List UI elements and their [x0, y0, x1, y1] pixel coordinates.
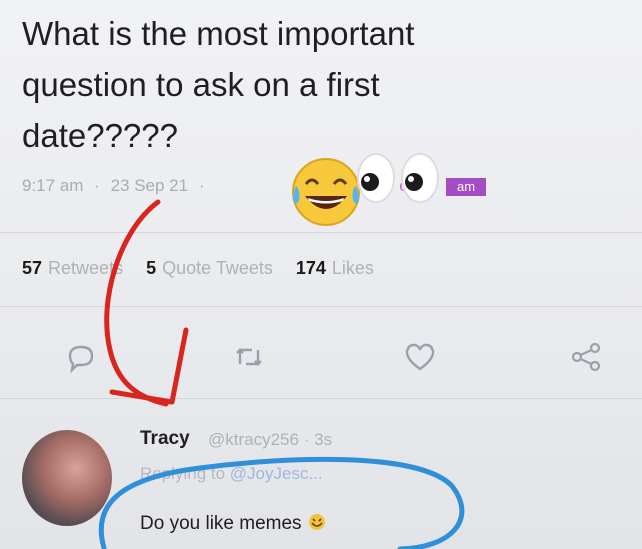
quote-tweets-stat[interactable]: 5 Quote Tweets [146, 258, 273, 278]
eyes-emoji-icon [357, 153, 439, 203]
avatar[interactable] [22, 430, 112, 526]
likes-count: 174 [295, 258, 326, 278]
reply-tweet[interactable]: Tracy @ktracy256 · 3s Replying to @JoyJe… [22, 410, 642, 549]
reply-text-content: Do you like memes [140, 513, 302, 534]
like-icon[interactable] [402, 340, 438, 374]
reply-author-name[interactable]: Tracy [140, 428, 190, 450]
likes-label: Likes [331, 258, 374, 278]
quote-tweets-label: Quote Tweets [162, 258, 273, 278]
smile-emoji-icon [308, 514, 325, 530]
meta-separator: · [94, 176, 100, 195]
quote-tweets-count: 5 [146, 258, 157, 278]
divider [0, 232, 642, 233]
reply-age: 3s [314, 430, 333, 449]
red-arrowhead-annotation [109, 327, 189, 405]
meta-separator-2: · [198, 176, 205, 195]
retweet-icon[interactable] [232, 340, 266, 374]
replying-handle-link[interactable]: @JoyJesc... [230, 464, 323, 483]
reply-text: Do you like memes [140, 512, 327, 535]
screenshot-stage: What is the most important question to a… [0, 0, 642, 549]
replying-to: Replying to @JoyJesc... [140, 464, 323, 484]
handle-separator: · [303, 430, 310, 449]
reply-icon[interactable] [64, 340, 98, 374]
tweet-date[interactable]: 23 Sep 21 [111, 176, 189, 195]
retweets-count: 57 [22, 258, 43, 278]
reply-author-handle: @ktracy256 · 3s [208, 430, 332, 450]
retweets-stat[interactable]: 57 Retweets [22, 258, 123, 278]
retweets-label: Retweets [48, 258, 124, 278]
source-tag: am [446, 178, 486, 196]
tweet-text: What is the most important question to a… [22, 15, 415, 154]
share-icon[interactable] [568, 340, 604, 374]
tweet-stats: 57 Retweets 5 Quote Tweets 174 Likes [22, 258, 392, 279]
tweet-time: 9:17 am [22, 176, 84, 195]
divider [0, 398, 642, 399]
divider [0, 306, 642, 307]
handle-text: @ktracy256 [208, 430, 299, 449]
likes-stat[interactable]: 174 Likes [296, 258, 374, 278]
laughing-emoji-icon [292, 158, 360, 226]
replying-prefix: Replying to [140, 464, 226, 483]
